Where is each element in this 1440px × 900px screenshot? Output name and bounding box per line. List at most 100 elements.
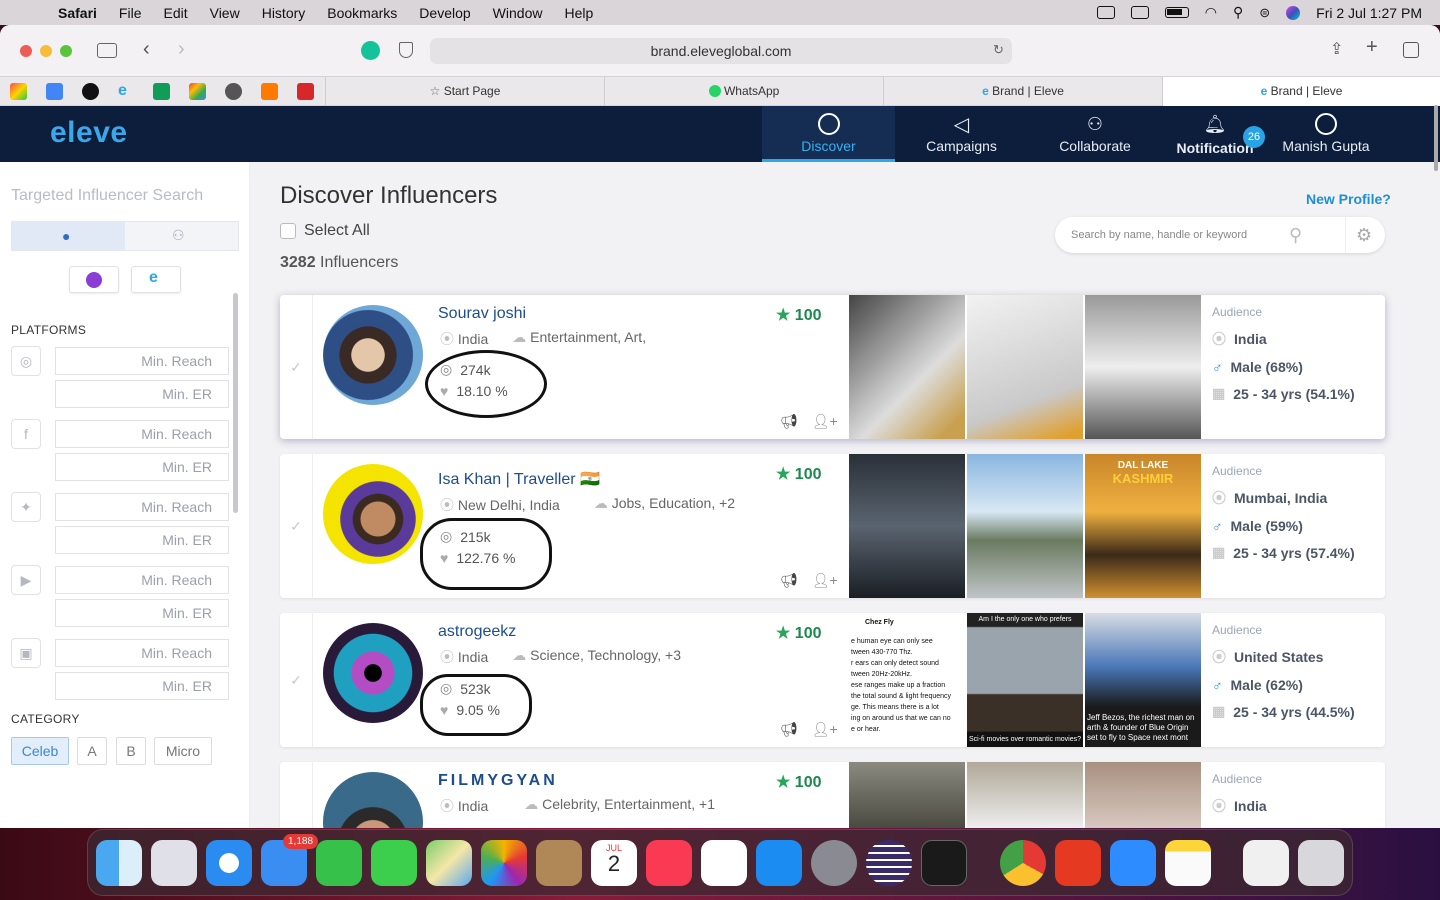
screen-record-icon[interactable] — [1096, 6, 1115, 19]
avatar[interactable] — [323, 464, 423, 564]
favorite-layers-icon[interactable] — [261, 83, 278, 100]
facebook-min-er-input[interactable]: Min. ER — [55, 453, 229, 481]
battery-icon[interactable] — [1164, 7, 1189, 18]
finder-icon[interactable] — [96, 840, 142, 886]
new-tab-icon[interactable]: + — [1366, 36, 1378, 59]
wifi-icon[interactable]: ◠ — [1205, 4, 1217, 21]
megaphone-icon[interactable]: 📢︎ — [780, 572, 798, 589]
eclipse-icon[interactable] — [866, 840, 912, 886]
post-thumbnail[interactable] — [849, 762, 965, 828]
zoom-window-button[interactable] — [60, 45, 72, 57]
spotlight-search-icon[interactable]: ⚲ — [1233, 4, 1243, 21]
siri-icon[interactable] — [1286, 5, 1301, 20]
tab-brand-eleve-active[interactable]: e Brand | Eleve — [1162, 77, 1440, 106]
zoom-icon[interactable] — [1110, 840, 1156, 886]
gmail-icon[interactable] — [189, 83, 206, 100]
influencer-name[interactable]: Sourav joshi — [438, 305, 526, 323]
menu-view[interactable]: View — [210, 5, 240, 21]
category-micro-button[interactable]: Micro — [154, 737, 212, 765]
card-select-check[interactable]: ✓ — [280, 613, 313, 747]
add-user-icon[interactable]: 👤︎+ — [812, 721, 838, 738]
nav-collaborate[interactable]: ⚇ Collaborate — [1040, 106, 1150, 162]
influencer-name[interactable]: FILMYGYAN — [438, 772, 558, 790]
instagram-min-er-input[interactable]: Min. ER — [55, 380, 229, 408]
menu-history[interactable]: History — [262, 5, 306, 21]
messages-icon[interactable] — [371, 840, 417, 886]
influencer-card[interactable]: FILMYGYAN ⦿ India ☁ Celebrity, Entertainm… — [280, 762, 1385, 828]
trash-icon[interactable] — [1298, 840, 1344, 886]
post-thumbnail[interactable] — [967, 762, 1083, 828]
category-b-button[interactable]: B — [116, 737, 146, 765]
maps-icon[interactable] — [426, 840, 472, 886]
youtube-min-reach-input[interactable]: Min. Reach — [55, 566, 229, 594]
eleve-filter-chip[interactable]: e — [131, 266, 181, 293]
post-thumbnail[interactable] — [849, 454, 965, 598]
tab-overview-icon[interactable] — [1403, 42, 1419, 58]
back-icon[interactable]: ‹ — [143, 38, 150, 61]
grammarly-icon[interactable] — [361, 41, 380, 60]
select-all-checkbox[interactable]: Select All — [280, 222, 370, 240]
influencer-name[interactable]: Isa Khan | Traveller 🇮🇳 — [438, 469, 600, 489]
nav-profile[interactable]: Manish Gupta — [1276, 106, 1376, 162]
card-select-check[interactable] — [280, 762, 313, 828]
blog-min-reach-input[interactable]: Min. Reach — [55, 639, 229, 667]
nav-discover[interactable]: Discover — [762, 106, 895, 162]
settings-gear-icon[interactable]: ⚙ — [1345, 217, 1372, 253]
facebook-icon[interactable]: f — [11, 419, 41, 449]
search-input[interactable]: Search by name, handle or keyword — [1071, 229, 1247, 241]
twitter-min-reach-input[interactable]: Min. Reach — [55, 493, 229, 521]
add-user-icon[interactable]: 👤︎+ — [812, 572, 838, 589]
favorite-1-icon[interactable] — [10, 83, 27, 100]
post-thumbnail[interactable] — [849, 295, 965, 439]
post-thumbnail[interactable]: Chez Fly e human eye can only see tween … — [849, 613, 965, 747]
post-thumbnail[interactable]: Am I the only one who prefers Sci-fi mov… — [967, 613, 1083, 747]
address-bar[interactable]: brand.eleveglobal.com — [430, 38, 1012, 64]
post-thumbnail[interactable]: Jeff Bezos, the richest man on arth & fo… — [1085, 613, 1201, 747]
influencer-name[interactable]: astrogeekz — [438, 623, 516, 641]
new-profile-link[interactable]: New Profile? — [1306, 191, 1391, 207]
avatar[interactable] — [323, 623, 423, 723]
sidebar-scrollbar[interactable] — [233, 293, 238, 513]
menu-safari[interactable]: Safari — [58, 5, 97, 21]
share-icon[interactable]: ⇪ — [1330, 39, 1343, 59]
youtube-min-er-input[interactable]: Min. ER — [55, 599, 229, 627]
keyboard-icon[interactable] — [1130, 6, 1149, 19]
notes-icon[interactable] — [1165, 840, 1211, 886]
menu-develop[interactable]: Develop — [419, 5, 470, 21]
remote-desktop-icon[interactable] — [1055, 840, 1101, 886]
card-select-check[interactable]: ✓ — [280, 454, 313, 598]
nav-campaigns[interactable]: ◁ Campaigns — [905, 106, 1018, 162]
verified-filter-chip[interactable] — [69, 266, 119, 293]
google-sheets-icon[interactable] — [153, 83, 170, 100]
tab-whatsapp[interactable]: WhatsApp — [604, 77, 883, 106]
tab-start-page[interactable]: ☆ Start Page — [325, 77, 604, 106]
twitter-icon[interactable]: ✦ — [11, 492, 41, 522]
checkbox[interactable] — [280, 223, 296, 239]
privacy-shield-icon[interactable] — [399, 42, 413, 58]
calendar-icon[interactable]: JUL 2 — [591, 840, 637, 886]
tab-brand-eleve-1[interactable]: e Brand | Eleve — [883, 77, 1162, 106]
pages-icon[interactable] — [701, 840, 747, 886]
launchpad-icon[interactable] — [151, 840, 197, 886]
menu-help[interactable]: Help — [564, 5, 593, 21]
add-user-icon[interactable]: 👤︎+ — [812, 413, 838, 430]
app-store-icon[interactable] — [756, 840, 802, 886]
instagram-icon[interactable]: ◎ — [11, 346, 41, 376]
category-celeb-button[interactable]: Celeb — [11, 737, 69, 765]
twitter-min-er-input[interactable]: Min. ER — [55, 526, 229, 554]
menu-bookmarks[interactable]: Bookmarks — [327, 5, 397, 21]
forward-icon[interactable]: › — [178, 38, 185, 61]
menu-edit[interactable]: Edit — [163, 5, 187, 21]
sidebar-toggle-icon[interactable] — [97, 43, 117, 58]
youtube-icon[interactable]: ▶ — [11, 565, 41, 595]
post-thumbnail[interactable] — [1085, 295, 1201, 439]
blog-min-er-input[interactable]: Min. ER — [55, 672, 229, 700]
post-thumbnail[interactable] — [967, 454, 1083, 598]
blog-icon[interactable]: ▣ — [11, 638, 41, 668]
group-mode-tab[interactable]: ⚇ — [172, 227, 185, 244]
post-thumbnail[interactable] — [1085, 762, 1201, 828]
safari-icon[interactable] — [206, 840, 252, 886]
music-icon[interactable] — [646, 840, 692, 886]
post-thumbnail[interactable] — [967, 295, 1083, 439]
favorite-v-icon[interactable] — [297, 83, 314, 100]
